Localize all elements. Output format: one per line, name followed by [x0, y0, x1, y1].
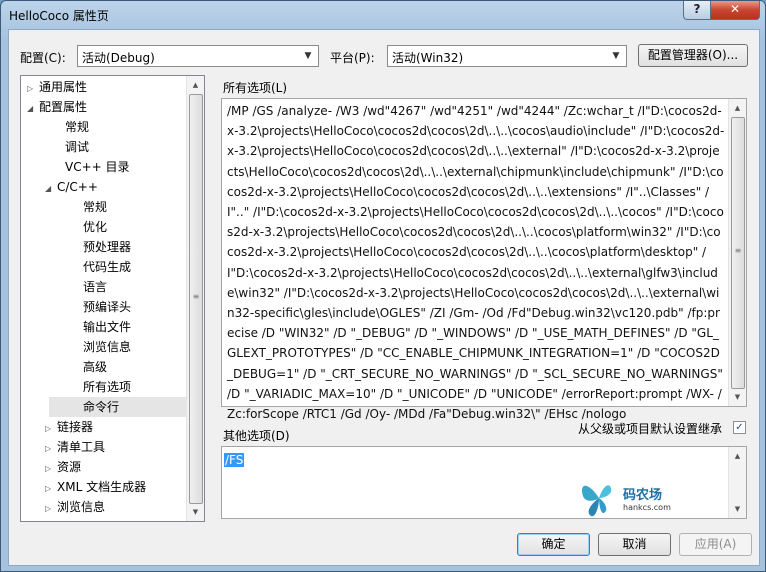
chevron-down-icon: ▼	[304, 51, 312, 61]
tree-item[interactable]: 输出文件	[83, 317, 131, 337]
scroll-down-icon[interactable]: ▼	[188, 504, 203, 520]
tree-item[interactable]: 代码生成	[83, 257, 131, 277]
inherit-label: 从父级或项目默认设置继承	[578, 422, 723, 436]
cancel-button[interactable]: 取消	[598, 533, 671, 556]
expand-arrow-icon[interactable]: ▷	[45, 439, 57, 459]
tree-item[interactable]: 预处理器	[83, 237, 131, 257]
scroll-up-icon[interactable]: ▲	[730, 100, 745, 116]
tree-item[interactable]: ▷ 浏览信息	[45, 497, 105, 517]
tree-scrollbar[interactable]: ▲ ≡ ▼	[186, 76, 204, 521]
watermark-name: 码农场	[623, 488, 663, 503]
chevron-down-icon: ▼	[612, 51, 620, 61]
tree-item[interactable]: 浏览信息	[83, 337, 131, 357]
tree-item-label: 输出文件	[83, 320, 132, 334]
tree-item[interactable]: 命令行	[49, 397, 204, 417]
tree-item-label: 链接器	[57, 420, 94, 434]
tree-item-label: 命令行	[83, 400, 120, 414]
tree-item-label: 资源	[57, 460, 82, 474]
butterfly-icon	[581, 485, 612, 517]
tree-item[interactable]: ▷ XML 文档生成器	[45, 477, 146, 497]
properties-dialog: HelloCoco 属性页 ? ✕ 配置(C): 活动(Debug) ▼ 平台(…	[0, 0, 766, 572]
config-select-value: 活动(Debug)	[82, 51, 155, 65]
tree-item[interactable]: 调试	[65, 137, 89, 157]
apply-button[interactable]: 应用(A)	[679, 533, 752, 556]
config-select[interactable]: 活动(Debug) ▼	[77, 45, 319, 67]
title-bar: HelloCoco 属性页 ? ✕	[1, 1, 765, 28]
tree-item-label: C/C++	[57, 180, 98, 194]
tree-item[interactable]: 所有选项	[83, 377, 131, 397]
tree-item-label: 高级	[83, 360, 108, 374]
tree-item[interactable]: ▷ 清单工具	[45, 437, 105, 457]
expand-arrow-icon[interactable]: ▷	[45, 459, 57, 479]
all-options-scroll-thumb[interactable]: ≡	[731, 117, 745, 389]
tree-item-label: 优化	[83, 220, 108, 234]
tree-item[interactable]: 语言	[83, 277, 107, 297]
tree-item[interactable]: 优化	[83, 217, 107, 237]
watermark-site: hankcs.com	[623, 503, 671, 512]
tree-item-label: 常规	[83, 200, 108, 214]
tree-item[interactable]: ◢ C/C++	[45, 177, 98, 197]
tree-item[interactable]: 高级	[83, 357, 107, 377]
tree-item-label: VC++ 目录	[65, 160, 130, 174]
tree-item-label: 预编译头	[83, 300, 132, 314]
collapse-arrow-icon[interactable]: ◢	[45, 179, 57, 199]
platform-label: 平台(P):	[330, 51, 375, 65]
inherit-checkbox[interactable]: ✓	[733, 421, 746, 434]
tree-item[interactable]: VC++ 目录	[65, 157, 130, 177]
tree-item[interactable]: 预编译头	[83, 297, 131, 317]
tree-item-label: 浏览信息	[83, 340, 132, 354]
help-button[interactable]: ?	[683, 1, 711, 20]
expand-arrow-icon[interactable]: ▷	[27, 79, 39, 99]
tree-item[interactable]: ▷ 链接器	[45, 417, 93, 437]
scroll-down-icon[interactable]: ▼	[730, 389, 745, 405]
other-options-scrollbar[interactable]: ▲ ▼	[728, 447, 746, 518]
scroll-up-icon[interactable]: ▲	[730, 448, 745, 464]
tree-item-label: 浏览信息	[57, 500, 106, 514]
tree-item-label: 常规	[65, 120, 90, 134]
scroll-down-icon[interactable]: ▼	[730, 501, 745, 517]
tree-item-label: 所有选项	[83, 380, 132, 394]
watermark-logo: 码农场 hankcs.com	[577, 478, 707, 518]
tree-item-label: 通用属性	[39, 80, 88, 94]
tree-item[interactable]: ▷ 通用属性	[27, 77, 87, 97]
property-tree[interactable]: ▷ 通用属性 ◢ 配置属性 常规 调试 VC++ 目录 ◢ C/C++ 常规 优化 预处理器 代码生成语…	[20, 75, 205, 522]
tree-item-label: 配置属性	[39, 100, 88, 114]
tree-item-label: 清单工具	[57, 440, 106, 454]
tree-item[interactable]: 常规	[83, 197, 107, 217]
all-options-label: 所有选项(L)	[223, 81, 288, 95]
tree-item-label: 语言	[83, 280, 108, 294]
tree-item-label: 预处理器	[83, 240, 132, 254]
other-options-label: 其他选项(D)	[223, 429, 290, 443]
all-options-textbox[interactable]: /MP /GS /analyze- /W3 /wd"4267" /wd"4251…	[221, 98, 747, 421]
all-options-scrollbar[interactable]: ▲ ≡ ▼	[728, 99, 746, 406]
tree-item-label: 调试	[65, 140, 90, 154]
tree-item-label: 代码生成	[83, 260, 132, 274]
config-manager-button[interactable]: 配置管理器(O)...	[638, 44, 748, 67]
ok-button[interactable]: 确定	[517, 533, 590, 556]
tree-item[interactable]: ◢ 配置属性	[27, 97, 87, 117]
dialog-client-area: 配置(C): 活动(Debug) ▼ 平台(P): 活动(Win32) ▼ 配置…	[8, 29, 760, 566]
tree-item-label: XML 文档生成器	[57, 480, 147, 494]
other-options-value: /FS	[224, 453, 245, 467]
config-label: 配置(C):	[20, 51, 66, 65]
platform-select[interactable]: 活动(Win32) ▼	[387, 45, 627, 67]
close-button[interactable]: ✕	[710, 1, 760, 20]
all-options-text: /MP /GS /analyze- /W3 /wd"4267" /wd"4251…	[227, 104, 727, 422]
tree-item[interactable]: ▷ 资源	[45, 457, 81, 477]
scroll-up-icon[interactable]: ▲	[188, 77, 203, 93]
collapse-arrow-icon[interactable]: ◢	[27, 99, 39, 119]
tree-item[interactable]: 常规	[65, 117, 89, 137]
tree-scroll-thumb[interactable]: ≡	[189, 94, 203, 504]
window-title: HelloCoco 属性页	[9, 9, 109, 23]
expand-arrow-icon[interactable]: ▷	[45, 479, 57, 499]
platform-select-value: 活动(Win32)	[392, 51, 464, 65]
expand-arrow-icon[interactable]: ▷	[45, 419, 57, 439]
expand-arrow-icon[interactable]: ▷	[45, 499, 57, 519]
